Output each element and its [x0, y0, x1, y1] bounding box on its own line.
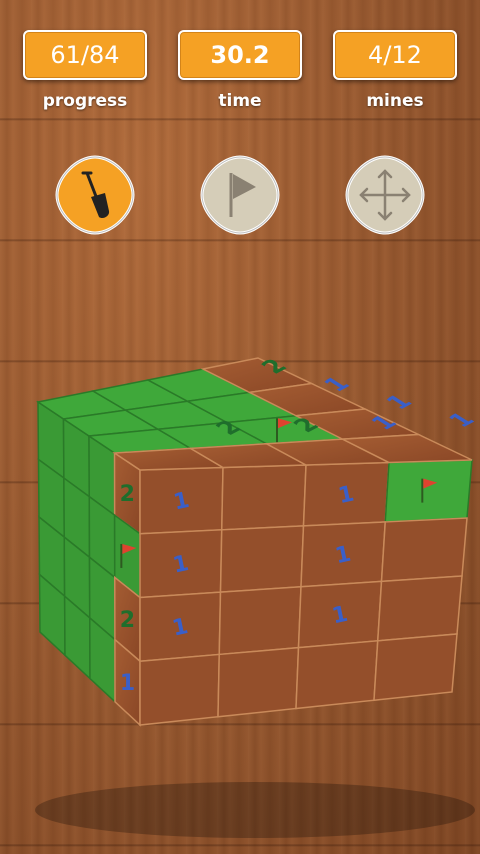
move-tool-button[interactable]	[343, 153, 427, 237]
cell-number-1: 1	[442, 408, 480, 431]
mines-value: 4/12	[368, 41, 422, 69]
progress-label: progress	[42, 91, 128, 111]
move-arrows-icon	[345, 155, 425, 235]
cell-number-1: 1	[120, 671, 135, 696]
cube-right-face[interactable]: 1 11 11 1	[139, 459, 473, 726]
right-face-cell[interactable]	[295, 639, 379, 710]
shovel-icon	[55, 155, 135, 235]
right-face-cell[interactable]	[219, 525, 305, 593]
minesweeper-cube[interactable]: 221 1 11 11 1 2112 2 1 1	[0, 340, 480, 850]
flag-tool-button[interactable]	[198, 153, 282, 237]
flag-icon	[200, 155, 280, 235]
right-face-cell[interactable]	[373, 633, 458, 702]
right-face-cell[interactable]	[139, 653, 221, 726]
cell-number-2: 2	[120, 482, 135, 507]
time-label: time	[218, 91, 262, 111]
progress-counter: 61/84	[23, 30, 147, 80]
progress-value: 61/84	[50, 41, 120, 69]
cell-number-2: 2	[120, 608, 135, 633]
right-face-cell[interactable]	[217, 646, 300, 718]
right-face-cell[interactable]	[384, 459, 473, 523]
mines-counter: 4/12	[333, 30, 457, 80]
cube-shadow	[35, 782, 475, 838]
dig-tool-button[interactable]	[53, 153, 137, 237]
cell-number-1: 1	[380, 391, 419, 414]
mines-label: mines	[366, 91, 424, 111]
right-face-cell[interactable]	[220, 464, 307, 531]
time-value: 30.2	[210, 41, 270, 69]
right-face-cell[interactable]	[376, 575, 463, 642]
right-face-cell[interactable]	[218, 585, 302, 656]
time-counter: 30.2	[178, 30, 302, 80]
right-face-cell[interactable]	[380, 517, 468, 583]
